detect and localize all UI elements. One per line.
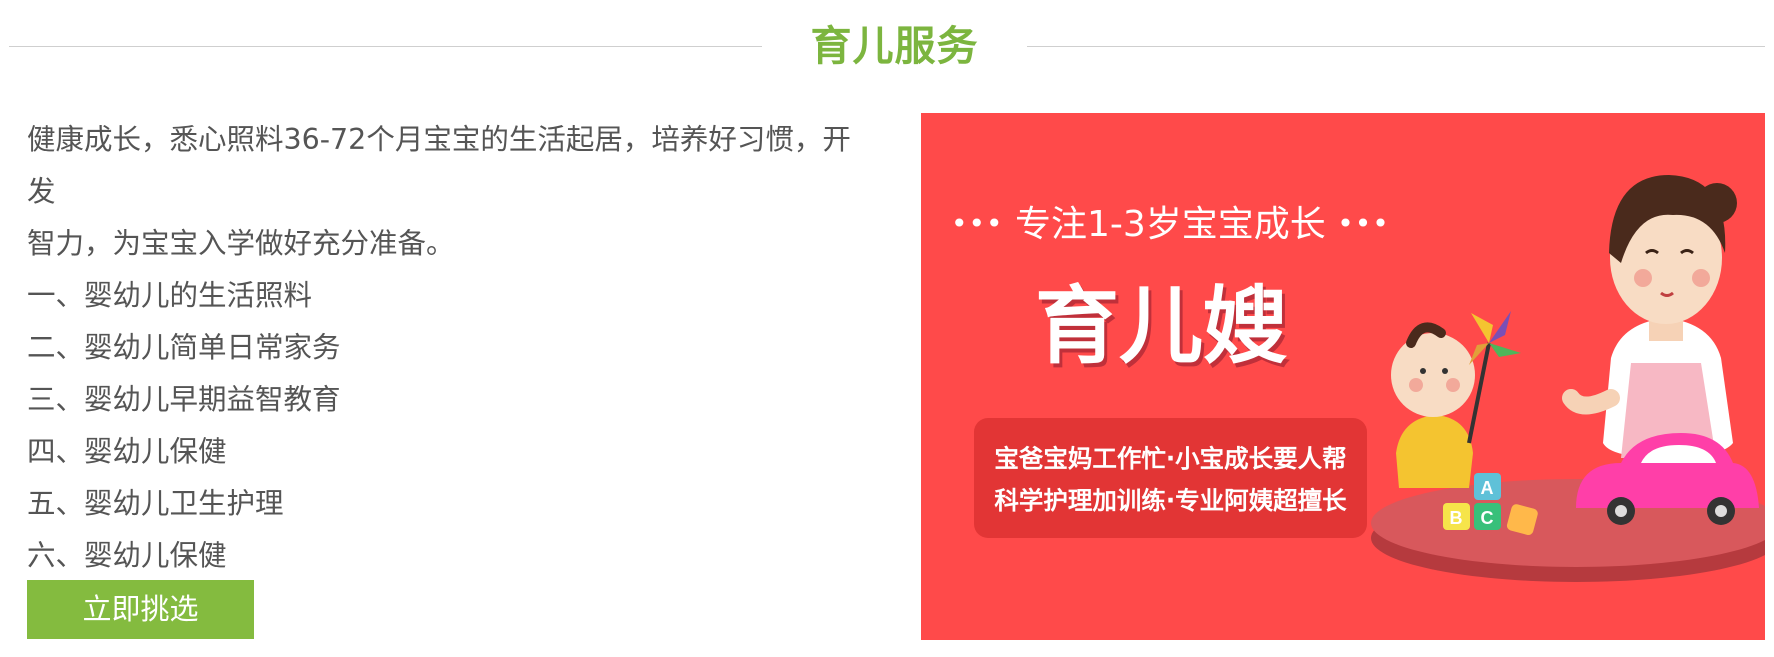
section-title: 育儿服务 (810, 22, 979, 70)
header-divider-right (1027, 46, 1765, 47)
service-item: 一、婴幼儿的生活照料 (27, 279, 313, 312)
slogan-box: 宝爸宝妈工作忙·小宝成长要人帮 科学护理加训练·专业阿姨超擅长 (974, 418, 1367, 538)
service-item: 六、婴幼儿保健 (27, 539, 227, 572)
nanny-banner-image[interactable]: A B C ••• 专注1-3岁宝宝成长 ••• 育儿嫂 宝爸宝妈工作忙·小宝成… (921, 113, 1765, 640)
header-divider-left (9, 46, 762, 47)
service-item: 四、婴幼儿保健 (27, 435, 227, 468)
service-item: 三、婴幼儿早期益智教育 (27, 383, 341, 416)
banner-title: 育儿嫂 (1034, 277, 1287, 375)
dots-decoration-right: ••• (1337, 207, 1390, 240)
service-description: 健康成长，悉心照料36-72个月宝宝的生活起居，培养好习惯，开发 智力，为宝宝入… (27, 114, 877, 582)
pinwheel-illustration (1469, 311, 1521, 365)
slogan-line: 科学护理加训练·专业阿姨超擅长 (994, 486, 1347, 515)
caregiver-illustration (1562, 175, 1737, 458)
slogan-line: 宝爸宝妈工作忙·小宝成长要人帮 (994, 444, 1347, 473)
banner-tagline: ••• 专注1-3岁宝宝成长 ••• (951, 201, 1389, 248)
block-letter-c: C (1481, 508, 1494, 528)
block-letter-b: B (1450, 508, 1463, 528)
block-letter-a: A (1481, 478, 1494, 498)
banner-illustration: A B C (1371, 175, 1765, 582)
service-item: 五、婴幼儿卫生护理 (27, 487, 284, 520)
select-now-button[interactable]: 立即挑选 (27, 580, 254, 639)
section-header: 育儿服务 (0, 0, 1774, 92)
service-item: 二、婴幼儿简单日常家务 (27, 331, 341, 364)
intro-line: 健康成长，悉心照料36-72个月宝宝的生活起居，培养好习惯，开发 (27, 123, 851, 208)
intro-line: 智力，为宝宝入学做好充分准备。 (27, 227, 455, 260)
dots-decoration-left: ••• (951, 207, 1004, 240)
baby-illustration (1391, 322, 1491, 488)
tagline-text: 专注1-3岁宝宝成长 (1015, 204, 1326, 245)
